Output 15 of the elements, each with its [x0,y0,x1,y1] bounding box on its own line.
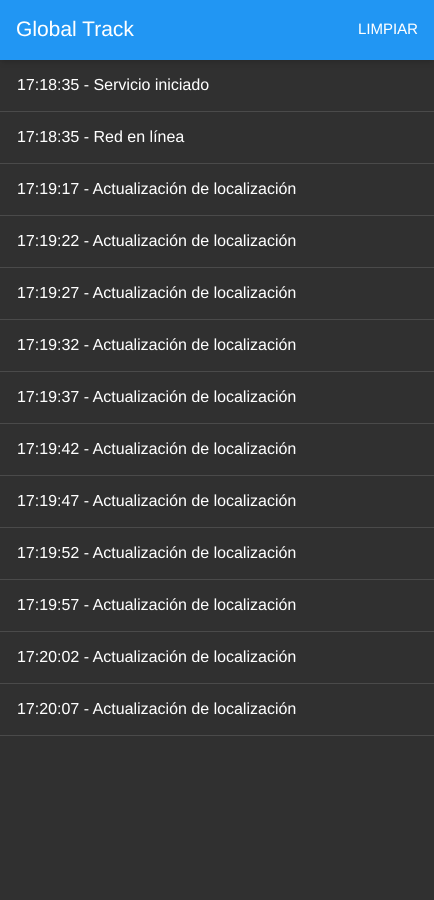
log-entry: 17:19:17 - Actualización de localización [0,164,434,216]
log-entry: 17:18:35 - Red en línea [0,112,434,164]
log-entry: 17:19:32 - Actualización de localización [0,320,434,372]
log-entry: 17:19:47 - Actualización de localización [0,476,434,528]
log-entry: 17:20:02 - Actualización de localización [0,632,434,684]
log-entry: 17:18:35 - Servicio iniciado [0,60,434,112]
log-entry: 17:20:07 - Actualización de localización [0,684,434,736]
log-entry: 17:19:37 - Actualización de localización [0,372,434,424]
log-entry: 17:19:52 - Actualización de localización [0,528,434,580]
log-entry: 17:19:42 - Actualización de localización [0,424,434,476]
log-entry: 17:19:22 - Actualización de localización [0,216,434,268]
log-entry: 17:19:57 - Actualización de localización [0,580,434,632]
log-entry: 17:19:27 - Actualización de localización [0,268,434,320]
clear-button[interactable]: LIMPIAR [350,10,426,50]
app-title: Global Track [16,17,134,44]
